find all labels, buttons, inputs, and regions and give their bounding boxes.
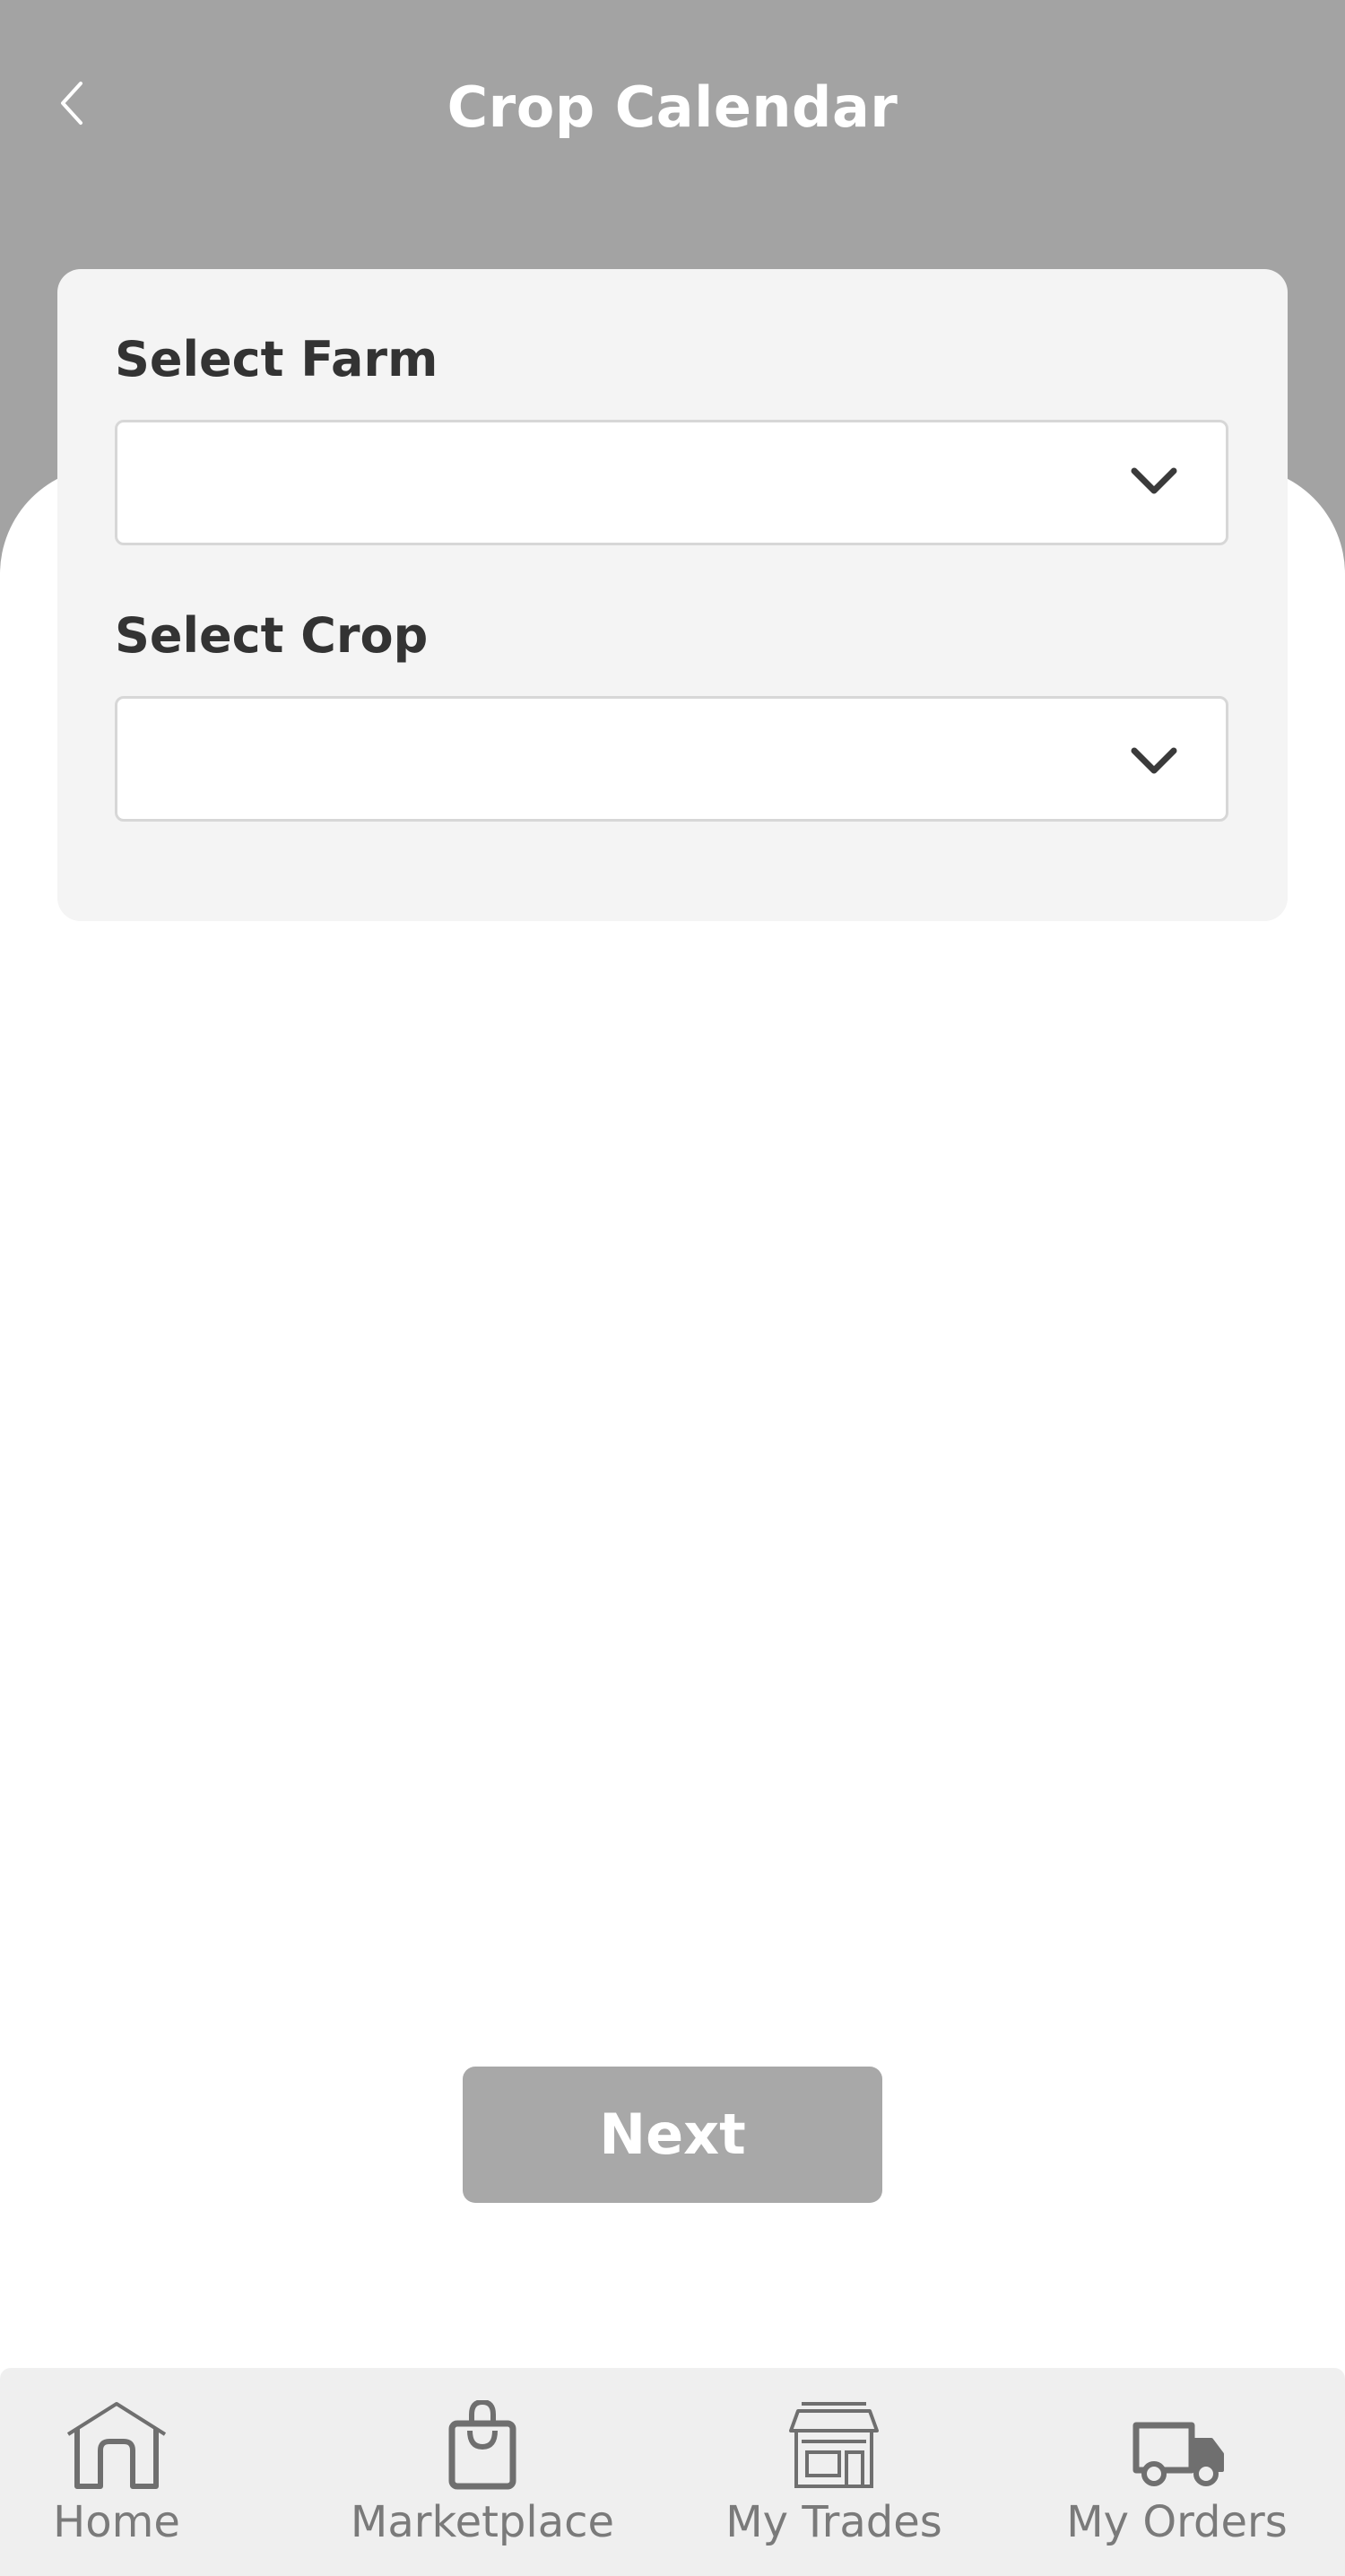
select-crop-label: Select Crop [115,607,429,664]
selection-card: Select Farm Select Crop [57,269,1288,921]
storefront-icon [789,2402,879,2488]
shopping-bag-icon [448,2400,516,2490]
select-farm-label: Select Farm [115,331,438,387]
farm-select[interactable] [115,420,1228,545]
nav-label-my-orders: My Orders [1066,2497,1288,2547]
chevron-down-icon [1131,747,1177,774]
bottom-navigation: Home Marketplace My Trades My Orders [0,2368,1345,2576]
nav-label-my-trades: My Trades [725,2497,942,2547]
nav-item-my-trades[interactable]: My Trades [717,2368,950,2576]
nav-item-my-orders[interactable]: My Orders [1058,2368,1296,2576]
crop-select[interactable] [115,696,1228,822]
nav-item-marketplace[interactable]: Marketplace [348,2368,617,2576]
chevron-down-icon [1131,467,1177,494]
nav-label-marketplace: Marketplace [350,2497,615,2547]
nav-item-home[interactable]: Home [27,2368,206,2576]
nav-label-home: Home [53,2497,180,2547]
home-icon [66,2402,167,2489]
delivery-truck-icon [1132,2422,1224,2486]
page-title: Crop Calendar [447,74,898,140]
next-button[interactable]: Next [463,2067,882,2203]
